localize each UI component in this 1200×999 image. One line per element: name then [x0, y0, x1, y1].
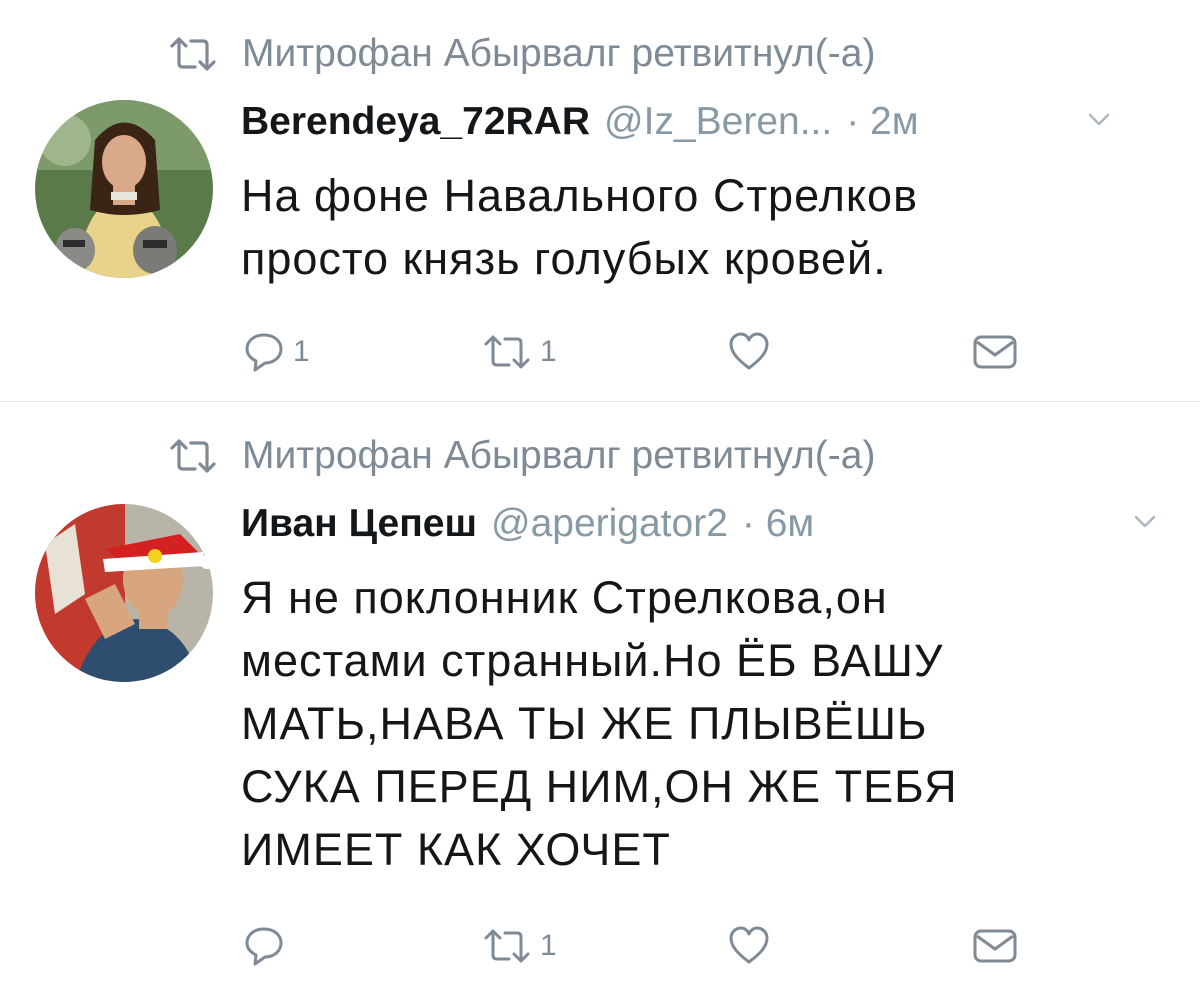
timestamp[interactable]: · 6м [742, 502, 814, 546]
reply-count: 1 [293, 335, 310, 368]
display-name[interactable]: Иван Цепеш [241, 502, 477, 546]
direct-message-button[interactable] [972, 928, 1018, 964]
reply-icon [245, 927, 283, 966]
chevron-down-icon[interactable] [1130, 506, 1160, 536]
chevron-down-icon[interactable] [1084, 104, 1114, 134]
retweet-icon [170, 439, 216, 473]
like-button[interactable] [727, 924, 771, 966]
heart-icon [729, 926, 769, 964]
avatar[interactable] [35, 504, 213, 682]
tweet-text: На фоне Навального Стрелков просто князь… [241, 170, 918, 284]
user-handle[interactable]: @Iz_Beren... [604, 100, 832, 144]
retweet-icon [170, 37, 216, 71]
tweet-header: Berendeya_72RAR @Iz_Beren... · 2м [241, 100, 1160, 144]
retweet-context: Митрофан Абырвалг ретвитнул(-а) [168, 434, 875, 478]
user-handle[interactable]: @aperigator2 [491, 502, 728, 546]
retweet-label: Митрофан Абырвалг ретвитнул(-а) [242, 32, 876, 75]
direct-message-button[interactable] [972, 334, 1018, 370]
reply-icon [245, 333, 283, 372]
display-name[interactable]: Berendeya_72RAR [241, 100, 590, 144]
retweet-button[interactable]: 1 [482, 335, 557, 369]
retweet-button[interactable]: 1 [482, 929, 557, 963]
tweet-header: Иван Цепеш @aperigator2 · 6м [241, 502, 1160, 546]
envelope-icon [973, 335, 1017, 369]
reply-button[interactable]: 1 [243, 331, 310, 373]
tweet-text: Я не поклонник Стрелкова,он местами стра… [241, 572, 958, 875]
reply-button[interactable] [243, 925, 293, 967]
timestamp[interactable]: · 2м [846, 100, 918, 144]
retweet-count: 1 [540, 335, 557, 368]
tweet[interactable]: Митрофан Абырвалг ретвитнул(-а) Иван Цеп… [0, 402, 1200, 999]
avatar[interactable] [35, 100, 213, 278]
tweet[interactable]: Митрофан Абырвалг ретвитнул(-а) Berendey… [0, 0, 1200, 401]
retweet-icon [484, 335, 530, 369]
heart-icon [729, 332, 769, 370]
retweet-label: Митрофан Абырвалг ретвитнул(-а) [242, 434, 876, 477]
envelope-icon [973, 929, 1017, 963]
retweet-icon [484, 929, 530, 963]
retweet-count: 1 [540, 929, 557, 962]
retweet-context: Митрофан Абырвалг ретвитнул(-а) [168, 32, 875, 76]
like-button[interactable] [727, 330, 771, 372]
